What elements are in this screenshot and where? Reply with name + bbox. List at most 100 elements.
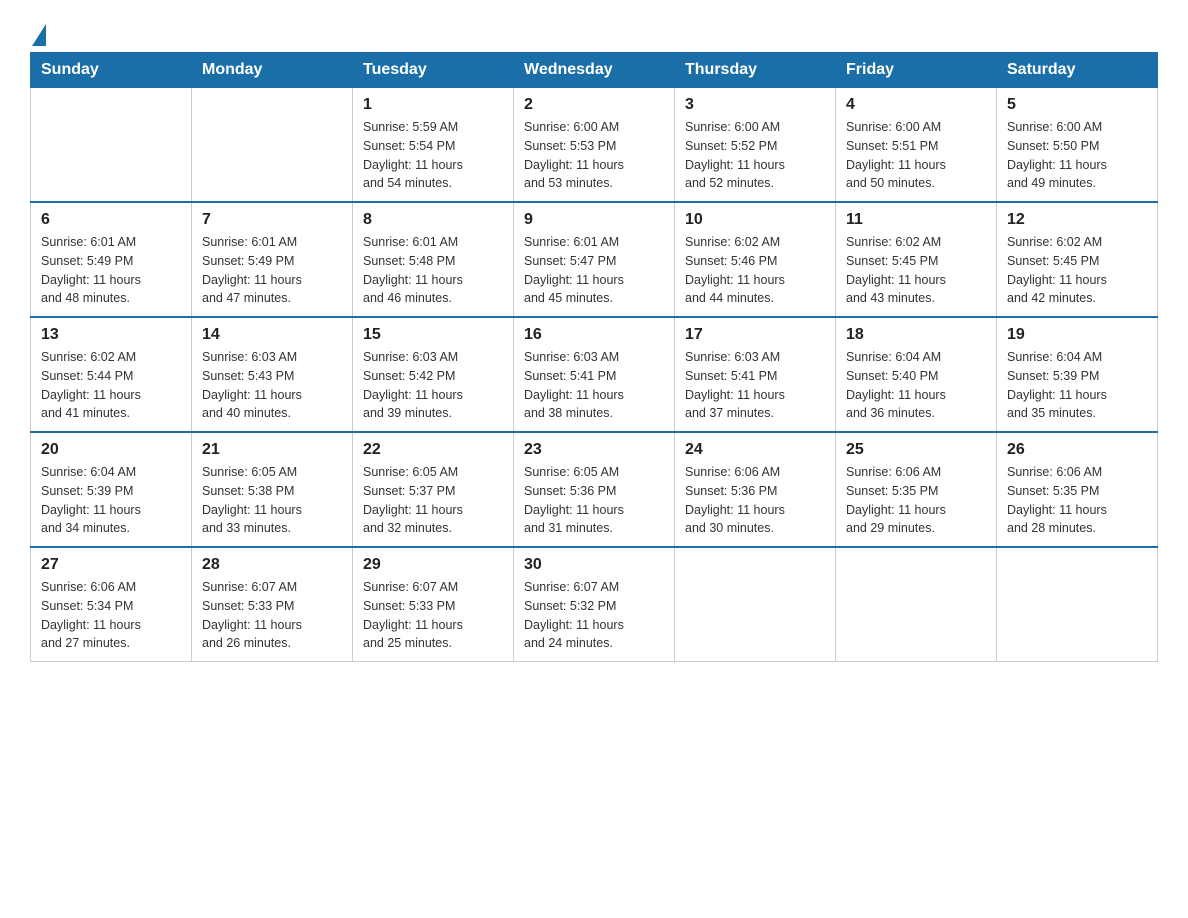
calendar-cell: 6Sunrise: 6:01 AM Sunset: 5:49 PM Daylig…: [31, 202, 192, 317]
calendar-cell: 28 Sunrise: 6:07 AM Sunset: 5:33 PM Dayli…: [192, 547, 353, 662]
day-info: Sunrise: 6:04 AM Sunset: 5:40 PM Dayligh…: [846, 348, 986, 423]
day-number: 13: [41, 326, 181, 344]
calendar-cell: 14Sunrise: 6:03 AM Sunset: 5:43 PM Dayli…: [192, 317, 353, 432]
calendar-week-row: 1Sunrise: 5:59 AM Sunset: 5:54 PM Daylig…: [31, 88, 1158, 203]
weekday-header-wednesday: Wednesday: [514, 53, 675, 88]
day-number: 23: [524, 441, 664, 459]
calendar-cell: 18 Sunrise: 6:04 AM Sunset: 5:40 PM Dayli…: [836, 317, 997, 432]
calendar-cell: 17Sunrise: 6:03 AM Sunset: 5:41 PM Dayli…: [675, 317, 836, 432]
day-number: 24: [685, 441, 825, 459]
weekday-header-friday: Friday: [836, 53, 997, 88]
calendar-cell: 8 Sunrise: 6:01 AM Sunset: 5:48 PM Daylig…: [353, 202, 514, 317]
day-info: Sunrise: 6:00 AM Sunset: 5:51 PM Dayligh…: [846, 118, 986, 193]
calendar-cell: 7 Sunrise: 6:01 AM Sunset: 5:49 PM Daylig…: [192, 202, 353, 317]
calendar-cell: [675, 547, 836, 662]
weekday-header-sunday: Sunday: [31, 53, 192, 88]
day-info: Sunrise: 6:07 AM Sunset: 5:32 PM Dayligh…: [524, 578, 664, 653]
day-number: 22: [363, 441, 503, 459]
calendar-cell: 29 Sunrise: 6:07 AM Sunset: 5:33 PM Dayli…: [353, 547, 514, 662]
day-number: 30: [524, 556, 664, 574]
day-info: Sunrise: 6:01 AM Sunset: 5:49 PM Dayligh…: [202, 233, 342, 308]
day-info: Sunrise: 6:02 AM Sunset: 5:45 PM Dayligh…: [1007, 233, 1147, 308]
calendar-cell: 2Sunrise: 6:00 AM Sunset: 5:53 PM Daylig…: [514, 88, 675, 203]
day-info: Sunrise: 6:04 AM Sunset: 5:39 PM Dayligh…: [1007, 348, 1147, 423]
day-info: Sunrise: 6:06 AM Sunset: 5:36 PM Dayligh…: [685, 463, 825, 538]
day-number: 5: [1007, 96, 1147, 114]
calendar-cell: 5 Sunrise: 6:00 AM Sunset: 5:50 PM Daylig…: [997, 88, 1158, 203]
day-info: Sunrise: 6:06 AM Sunset: 5:35 PM Dayligh…: [846, 463, 986, 538]
calendar-cell: 3 Sunrise: 6:00 AM Sunset: 5:52 PM Daylig…: [675, 88, 836, 203]
day-number: 8: [363, 211, 503, 229]
day-number: 12: [1007, 211, 1147, 229]
logo-triangle-icon: [32, 24, 46, 46]
day-info: Sunrise: 6:02 AM Sunset: 5:45 PM Dayligh…: [846, 233, 986, 308]
calendar-cell: 25 Sunrise: 6:06 AM Sunset: 5:35 PM Dayli…: [836, 432, 997, 547]
calendar-cell: [836, 547, 997, 662]
day-number: 10: [685, 211, 825, 229]
day-info: Sunrise: 6:03 AM Sunset: 5:41 PM Dayligh…: [524, 348, 664, 423]
weekday-header-thursday: Thursday: [675, 53, 836, 88]
weekday-header-row: SundayMondayTuesdayWednesdayThursdayFrid…: [31, 53, 1158, 88]
day-info: Sunrise: 6:03 AM Sunset: 5:42 PM Dayligh…: [363, 348, 503, 423]
day-info: Sunrise: 6:03 AM Sunset: 5:41 PM Dayligh…: [685, 348, 825, 423]
day-number: 3: [685, 96, 825, 114]
day-number: 27: [41, 556, 181, 574]
day-number: 18: [846, 326, 986, 344]
calendar-cell: 15 Sunrise: 6:03 AM Sunset: 5:42 PM Dayli…: [353, 317, 514, 432]
logo: [30, 20, 46, 42]
day-number: 16: [524, 326, 664, 344]
calendar-cell: 11 Sunrise: 6:02 AM Sunset: 5:45 PM Dayli…: [836, 202, 997, 317]
day-info: Sunrise: 6:00 AM Sunset: 5:53 PM Dayligh…: [524, 118, 664, 193]
calendar-cell: [192, 88, 353, 203]
calendar-week-row: 20Sunrise: 6:04 AM Sunset: 5:39 PM Dayli…: [31, 432, 1158, 547]
day-info: Sunrise: 6:06 AM Sunset: 5:35 PM Dayligh…: [1007, 463, 1147, 538]
day-info: Sunrise: 6:06 AM Sunset: 5:34 PM Dayligh…: [41, 578, 181, 653]
day-info: Sunrise: 6:01 AM Sunset: 5:47 PM Dayligh…: [524, 233, 664, 308]
calendar-cell: [31, 88, 192, 203]
day-info: Sunrise: 6:00 AM Sunset: 5:52 PM Dayligh…: [685, 118, 825, 193]
day-info: Sunrise: 6:05 AM Sunset: 5:38 PM Dayligh…: [202, 463, 342, 538]
calendar-cell: 22 Sunrise: 6:05 AM Sunset: 5:37 PM Dayli…: [353, 432, 514, 547]
day-number: 11: [846, 211, 986, 229]
day-info: Sunrise: 6:04 AM Sunset: 5:39 PM Dayligh…: [41, 463, 181, 538]
calendar-cell: 19 Sunrise: 6:04 AM Sunset: 5:39 PM Dayli…: [997, 317, 1158, 432]
day-info: Sunrise: 6:01 AM Sunset: 5:48 PM Dayligh…: [363, 233, 503, 308]
day-number: 29: [363, 556, 503, 574]
calendar-week-row: 13 Sunrise: 6:02 AM Sunset: 5:44 PM Dayli…: [31, 317, 1158, 432]
day-number: 28: [202, 556, 342, 574]
day-number: 19: [1007, 326, 1147, 344]
page-header: [30, 20, 1158, 42]
calendar-week-row: 27 Sunrise: 6:06 AM Sunset: 5:34 PM Dayli…: [31, 547, 1158, 662]
day-number: 6: [41, 211, 181, 229]
day-number: 15: [363, 326, 503, 344]
calendar-table: SundayMondayTuesdayWednesdayThursdayFrid…: [30, 52, 1158, 662]
day-info: Sunrise: 6:02 AM Sunset: 5:44 PM Dayligh…: [41, 348, 181, 423]
calendar-cell: 27 Sunrise: 6:06 AM Sunset: 5:34 PM Dayli…: [31, 547, 192, 662]
day-number: 14: [202, 326, 342, 344]
day-number: 9: [524, 211, 664, 229]
calendar-cell: 4 Sunrise: 6:00 AM Sunset: 5:51 PM Daylig…: [836, 88, 997, 203]
calendar-cell: 13 Sunrise: 6:02 AM Sunset: 5:44 PM Dayli…: [31, 317, 192, 432]
day-info: Sunrise: 6:07 AM Sunset: 5:33 PM Dayligh…: [202, 578, 342, 653]
weekday-header-tuesday: Tuesday: [353, 53, 514, 88]
calendar-cell: 20Sunrise: 6:04 AM Sunset: 5:39 PM Dayli…: [31, 432, 192, 547]
calendar-cell: 26 Sunrise: 6:06 AM Sunset: 5:35 PM Dayli…: [997, 432, 1158, 547]
day-info: Sunrise: 6:05 AM Sunset: 5:37 PM Dayligh…: [363, 463, 503, 538]
weekday-header-saturday: Saturday: [997, 53, 1158, 88]
day-number: 4: [846, 96, 986, 114]
calendar-cell: 30 Sunrise: 6:07 AM Sunset: 5:32 PM Dayli…: [514, 547, 675, 662]
day-number: 7: [202, 211, 342, 229]
day-number: 25: [846, 441, 986, 459]
calendar-cell: 21Sunrise: 6:05 AM Sunset: 5:38 PM Dayli…: [192, 432, 353, 547]
weekday-header-monday: Monday: [192, 53, 353, 88]
calendar-cell: 10 Sunrise: 6:02 AM Sunset: 5:46 PM Dayli…: [675, 202, 836, 317]
calendar-week-row: 6 Sunrise: 6:01 AM Sunset: 5:49 PM Daylig…: [31, 202, 1158, 317]
day-info: Sunrise: 6:07 AM Sunset: 5:33 PM Dayligh…: [363, 578, 503, 653]
day-info: Sunrise: 6:02 AM Sunset: 5:46 PM Dayligh…: [685, 233, 825, 308]
day-number: 1: [363, 96, 503, 114]
day-info: Sunrise: 6:05 AM Sunset: 5:36 PM Dayligh…: [524, 463, 664, 538]
calendar-cell: 12 Sunrise: 6:02 AM Sunset: 5:45 PM Dayli…: [997, 202, 1158, 317]
day-number: 26: [1007, 441, 1147, 459]
day-info: Sunrise: 6:00 AM Sunset: 5:50 PM Dayligh…: [1007, 118, 1147, 193]
calendar-cell: 24 Sunrise: 6:06 AM Sunset: 5:36 PM Dayli…: [675, 432, 836, 547]
